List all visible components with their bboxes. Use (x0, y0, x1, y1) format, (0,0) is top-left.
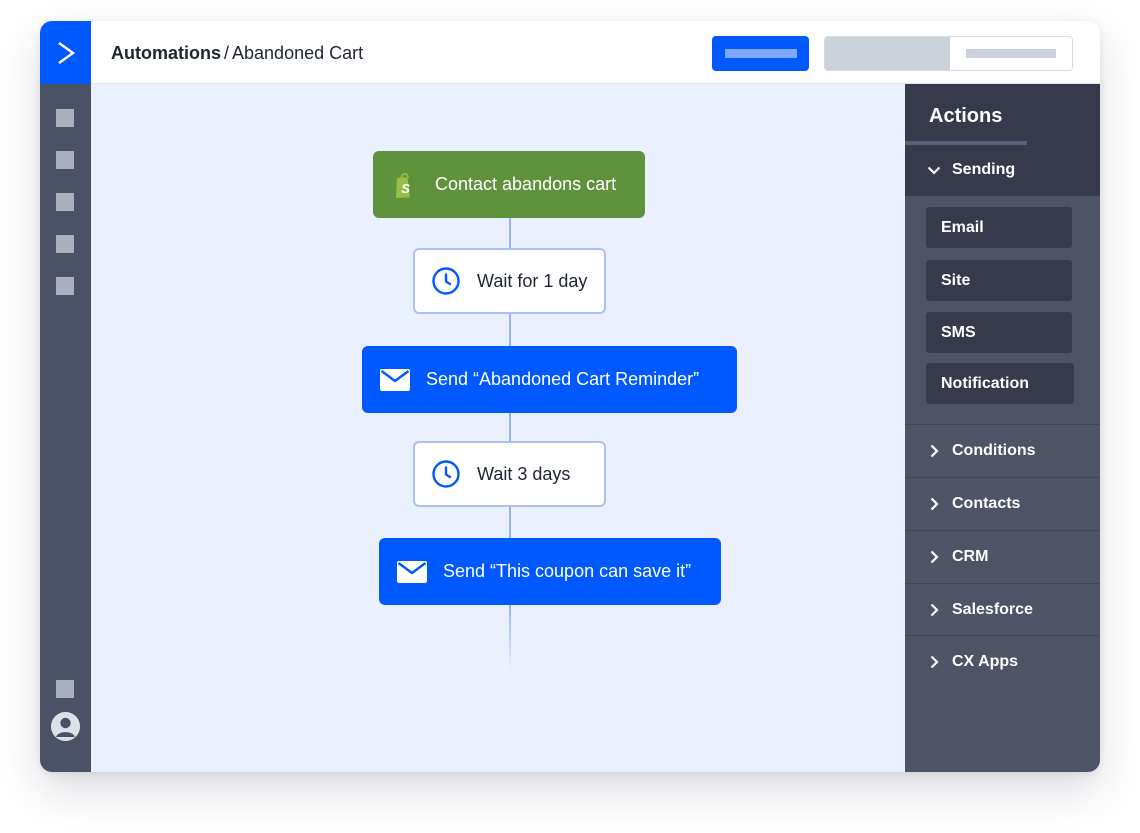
chevron-right-icon (927, 655, 941, 669)
chevron-logo-icon (57, 41, 75, 64)
action-item-notification[interactable]: Notification (926, 363, 1074, 404)
clock-icon (431, 266, 461, 296)
segmented-toggle (824, 36, 1073, 71)
nav-item-4[interactable] (56, 235, 74, 253)
section-cx-apps[interactable]: CX Apps (905, 636, 1100, 688)
nav-item-settings[interactable] (56, 680, 74, 698)
nav-item-3[interactable] (56, 193, 74, 211)
wait-node[interactable]: Wait 3 days (413, 441, 606, 507)
chevron-right-icon (927, 603, 941, 617)
top-header: Automations / Abandoned Cart (91, 21, 1100, 84)
clock-icon (431, 459, 461, 489)
section-label: CX Apps (952, 653, 1019, 670)
svg-text:S: S (401, 181, 410, 196)
user-avatar-icon (51, 712, 80, 741)
avatar[interactable] (51, 712, 80, 741)
panel-title: Actions (929, 105, 1003, 127)
trigger-label: Contact abandons cart (435, 174, 617, 194)
tab-underline (905, 141, 1027, 145)
toggle-option-left[interactable] (825, 37, 950, 70)
send-email-node[interactable]: Send “This coupon can save it” (379, 538, 721, 605)
section-label: Conditions (952, 442, 1036, 459)
nav-item-2[interactable] (56, 151, 74, 169)
action-item-site[interactable]: Site (926, 260, 1072, 301)
shopify-bag-icon: S (393, 170, 419, 200)
connector-line (509, 314, 511, 347)
breadcrumb-separator: / (224, 43, 230, 63)
section-label: Contacts (952, 495, 1021, 512)
nav-item-1[interactable] (56, 109, 74, 127)
nav-item-5[interactable] (56, 277, 74, 295)
section-crm[interactable]: CRM (905, 531, 1100, 583)
section-label: CRM (952, 548, 989, 565)
section-contacts[interactable]: Contacts (905, 478, 1100, 530)
send-email-node[interactable]: Send “Abandoned Cart Reminder” (362, 346, 737, 413)
primary-action-button[interactable] (712, 36, 809, 71)
toggle-option-right[interactable] (950, 37, 1072, 70)
wait-label: Wait 3 days (477, 463, 571, 484)
section-salesforce[interactable]: Salesforce (905, 584, 1100, 636)
left-nav-rail (40, 84, 91, 772)
section-label: Sending (952, 161, 1016, 178)
breadcrumb-automations-link[interactable]: Automations (111, 43, 221, 63)
breadcrumb-current-page: Abandoned Cart (232, 43, 364, 63)
connector-line (509, 413, 511, 441)
envelope-icon (397, 560, 427, 583)
wait-label: Wait for 1 day (477, 270, 588, 291)
actions-panel: Actions Sending Email Site SMS Notificat… (905, 84, 1100, 772)
breadcrumb: Automations / Abandoned Cart (111, 43, 363, 64)
button-label-placeholder (724, 49, 797, 58)
connector-line-end (509, 605, 511, 671)
panel-header: Actions Sending (905, 84, 1100, 196)
wait-node[interactable]: Wait for 1 day (413, 248, 606, 314)
section-conditions[interactable]: Conditions (905, 425, 1100, 477)
send-label: Send “This coupon can save it” (443, 561, 692, 581)
connector-line (509, 218, 511, 248)
app-logo[interactable] (40, 21, 91, 84)
toggle-label-placeholder (966, 49, 1056, 58)
section-label: Salesforce (952, 601, 1033, 618)
chevron-right-icon (927, 550, 941, 564)
action-item-sms[interactable]: SMS (926, 312, 1072, 353)
section-sending[interactable]: Sending (905, 157, 1100, 183)
workflow-canvas[interactable]: S Contact abandons cart Wait for 1 day S… (91, 84, 905, 772)
app-window: Automations / Abandoned Cart S Contact a… (40, 21, 1100, 772)
send-label: Send “Abandoned Cart Reminder” (426, 369, 700, 389)
trigger-node[interactable]: S Contact abandons cart (373, 151, 645, 218)
chevron-right-icon (927, 444, 941, 458)
chevron-down-icon (927, 166, 941, 175)
connector-line (509, 507, 511, 539)
envelope-icon (380, 368, 410, 391)
chevron-right-icon (927, 497, 941, 511)
action-item-email[interactable]: Email (926, 207, 1072, 248)
